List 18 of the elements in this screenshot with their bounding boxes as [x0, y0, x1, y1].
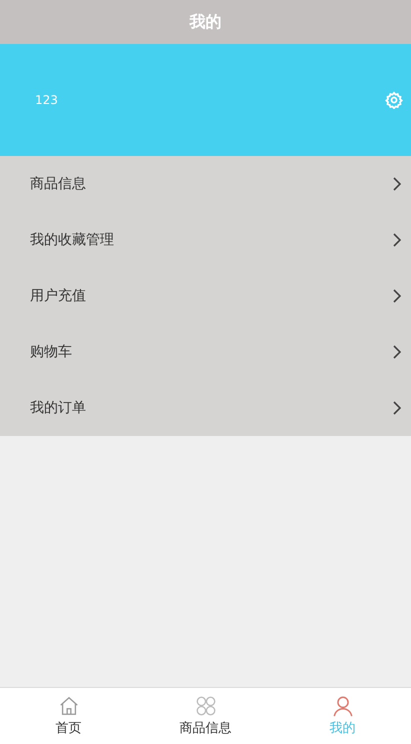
- chevron-icon: [393, 233, 401, 247]
- tab[interactable]: 首页: [0, 688, 137, 744]
- menu-item[interactable]: 购物车: [0, 324, 411, 380]
- tab[interactable]: 商品信息: [137, 688, 274, 744]
- menu-item[interactable]: 商品信息: [0, 156, 411, 212]
- menu-item[interactable]: 用户充值: [0, 268, 411, 324]
- page-title: 我的: [190, 12, 222, 32]
- menu-item[interactable]: 我的收藏管理: [0, 212, 411, 268]
- clover-icon: [194, 695, 216, 717]
- person-icon: [332, 695, 354, 717]
- chevron-icon: [393, 345, 401, 359]
- home-icon: [58, 695, 80, 717]
- settings-icon[interactable]: [385, 91, 403, 109]
- chevron-icon: [393, 401, 401, 415]
- chevron-icon: [393, 289, 401, 303]
- menu-item[interactable]: 我的订单: [0, 380, 411, 436]
- username: 123: [35, 93, 58, 107]
- chevron-icon: [393, 177, 401, 191]
